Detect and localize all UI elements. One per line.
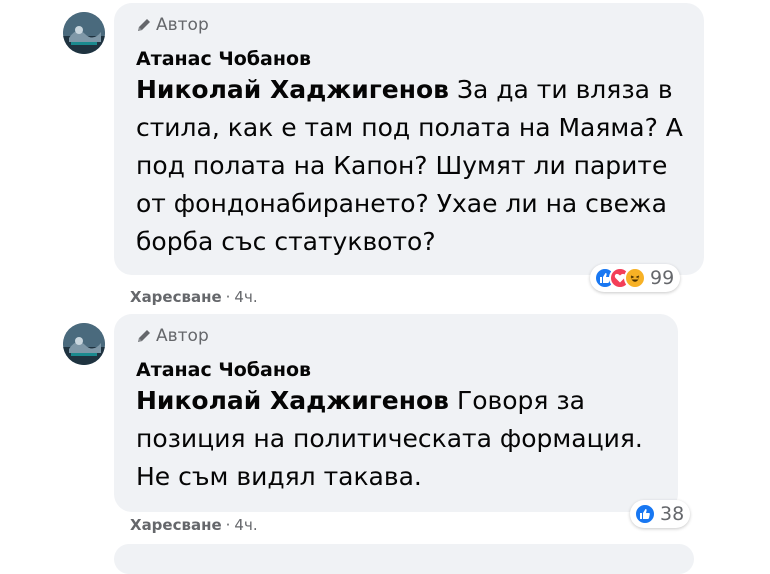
pencil-icon	[138, 330, 150, 342]
comment-author[interactable]: Атанас Чобанов	[136, 48, 311, 70]
comment-actions: Харесване · 4ч.	[130, 516, 258, 534]
like-icon	[634, 503, 656, 525]
like-link[interactable]: Харесване	[130, 516, 222, 534]
next-comment-bubble	[114, 544, 694, 574]
reaction-count: 99	[650, 267, 675, 289]
separator: ·	[225, 288, 231, 306]
comment-bubble: Автор Атанас Чобанов Николай Хаджигенов …	[114, 3, 704, 275]
comment-text: Николай Хаджигенов За да ти вляза в стил…	[136, 71, 686, 261]
timestamp[interactable]: 4ч.	[234, 516, 257, 534]
avatar[interactable]	[63, 12, 105, 54]
like-link[interactable]: Харесване	[130, 288, 222, 306]
mention[interactable]: Николай Хаджигенов	[136, 75, 449, 104]
avatar-image	[63, 12, 105, 54]
author-badge: Автор	[136, 326, 209, 346]
mention[interactable]: Николай Хаджигенов	[136, 386, 449, 415]
reaction-count: 38	[660, 503, 685, 525]
haha-icon	[624, 267, 646, 289]
comment-text: Николай Хаджигенов Говоря за позиция на …	[136, 382, 666, 496]
author-badge-label: Автор	[156, 326, 209, 346]
comment-bubble: Автор Атанас Чобанов Николай Хаджигенов …	[114, 314, 678, 512]
avatar-image	[63, 323, 105, 365]
pencil-icon	[138, 19, 150, 31]
comment-actions: Харесване · 4ч.	[130, 288, 258, 306]
author-badge: Автор	[136, 15, 209, 35]
separator: ·	[225, 516, 231, 534]
comment-author[interactable]: Атанас Чобанов	[136, 359, 311, 381]
timestamp[interactable]: 4ч.	[234, 288, 257, 306]
reaction-summary[interactable]: 99	[590, 264, 681, 292]
reaction-summary[interactable]: 38	[630, 500, 691, 528]
author-badge-label: Автор	[156, 15, 209, 35]
avatar[interactable]	[63, 323, 105, 365]
